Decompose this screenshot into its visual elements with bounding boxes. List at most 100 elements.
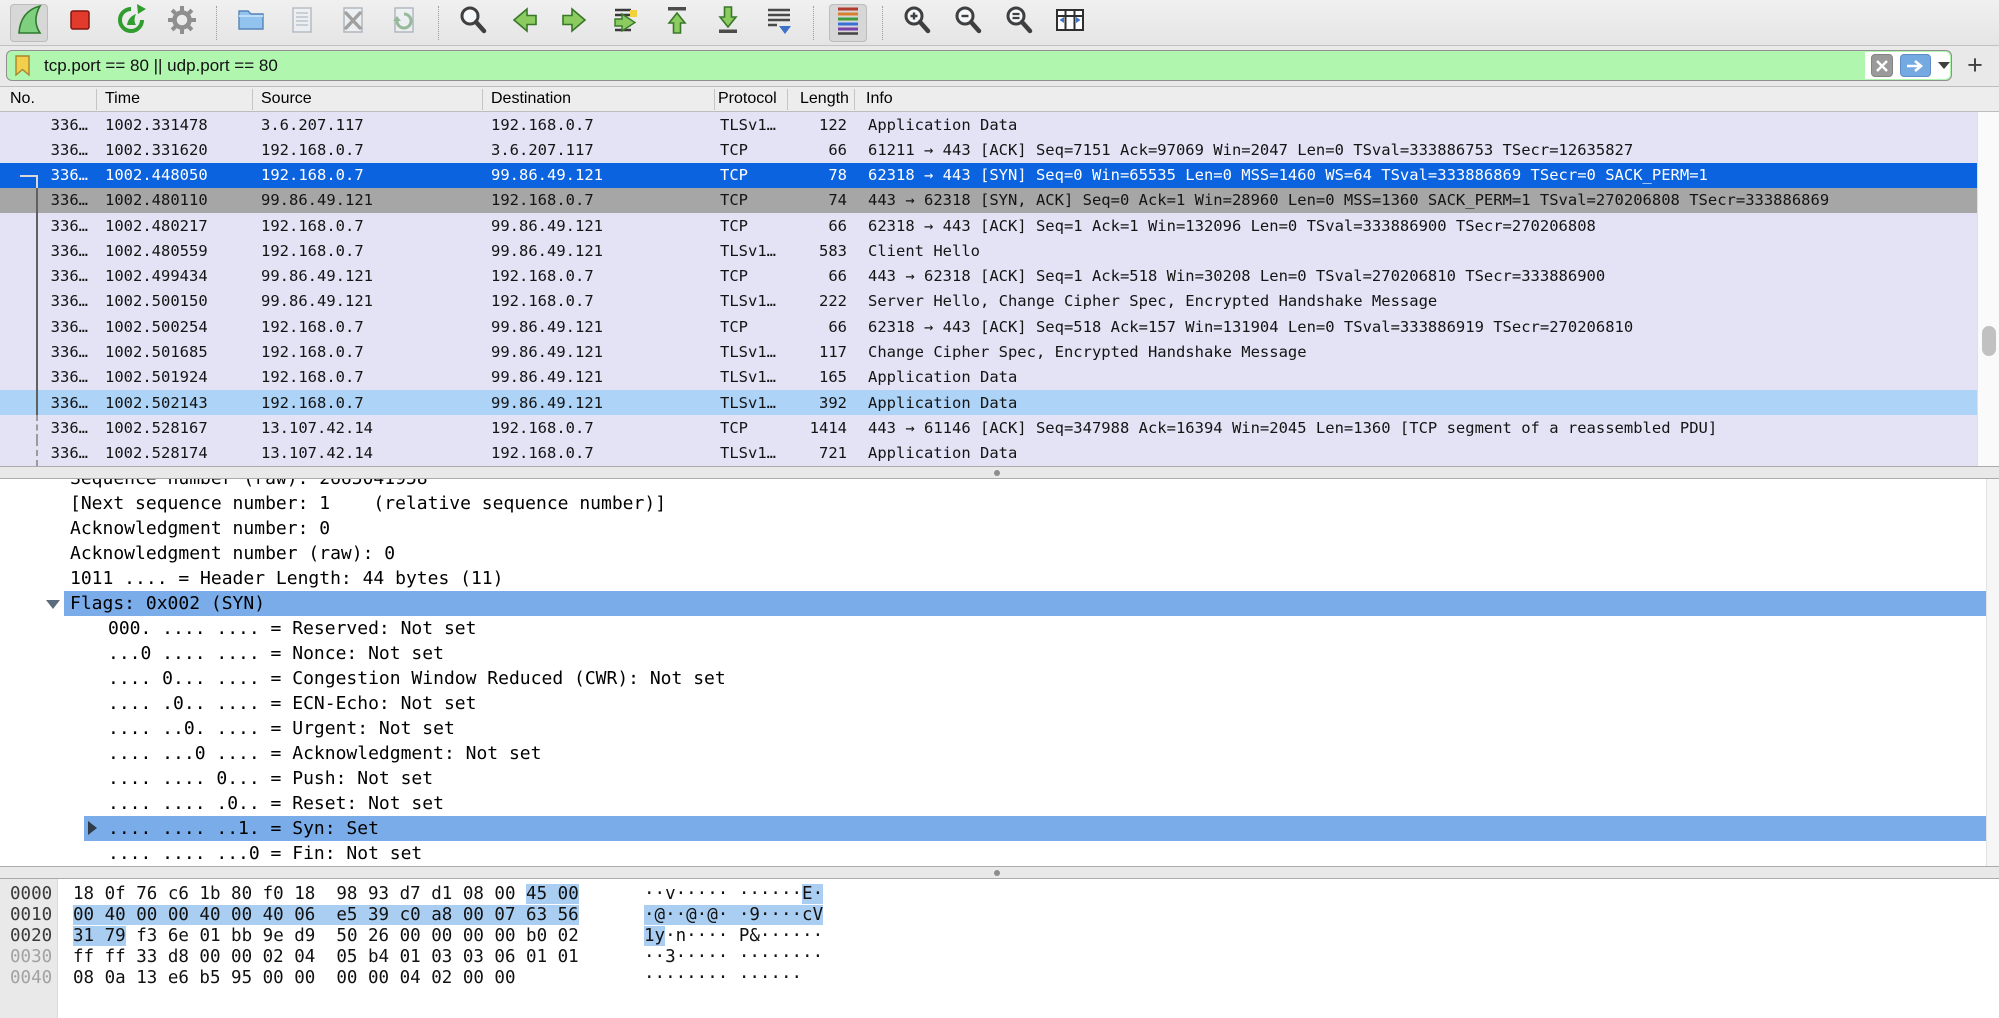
packet-details-pane[interactable]: Sequence number (raw): 2665041958[Next s… — [0, 479, 1986, 866]
packet-row[interactable]: 336…1002.448050192.168.0.799.86.49.121TC… — [0, 163, 1977, 188]
colorize-button[interactable] — [829, 4, 867, 42]
detail-text: .... .0.. .... = ECN-Echo: Not set — [108, 691, 476, 716]
packet-row[interactable]: 336…1002.52817413.107.42.14192.168.0.7TL… — [0, 440, 1977, 465]
next-packet-button[interactable] — [556, 4, 594, 42]
packet-row[interactable]: 336…1002.501924192.168.0.799.86.49.121TL… — [0, 365, 1977, 390]
start-capture-button[interactable] — [10, 4, 48, 42]
detail-text: Sequence number (raw): 2665041958 — [70, 479, 428, 491]
detail-line[interactable]: [Next sequence number: 1 (relative seque… — [0, 491, 1986, 516]
packet-row[interactable]: 336…1002.480217192.168.0.799.86.49.121TC… — [0, 213, 1977, 238]
packet-row[interactable]: 336…1002.501685192.168.0.799.86.49.121TL… — [0, 339, 1977, 364]
packet-list[interactable]: 336…1002.3314783.6.207.117192.168.0.7TLS… — [0, 112, 1977, 466]
column-header-time[interactable]: Time — [105, 87, 255, 111]
detail-line[interactable]: .... ..0. .... = Urgent: Not set — [0, 716, 1986, 741]
detail-line[interactable]: Acknowledgment number: 0 — [0, 516, 1986, 541]
packet-row[interactable]: 336…1002.48011099.86.49.121192.168.0.7TC… — [0, 188, 1977, 213]
detail-line[interactable]: Acknowledgment number (raw): 0 — [0, 541, 1986, 566]
detail-line[interactable]: .... .... ...0 = Fin: Not set — [0, 841, 1986, 866]
packet-row[interactable]: 336…1002.49943499.86.49.121192.168.0.7TC… — [0, 264, 1977, 289]
detail-line[interactable]: .... .0.. .... = ECN-Echo: Not set — [0, 691, 1986, 716]
column-header-no[interactable]: No. — [10, 87, 90, 111]
cell-info: 62318 → 443 [SYN] Seq=0 Win=65535 Len=0 … — [854, 166, 1977, 184]
packet-row[interactable]: 336…1002.3314783.6.207.117192.168.0.7TLS… — [0, 112, 1977, 137]
filter-history-dropdown-icon[interactable] — [1938, 62, 1950, 69]
zoom-out-button[interactable] — [949, 4, 987, 42]
detail-line[interactable]: .... .... 0... = Push: Not set — [0, 766, 1986, 791]
detail-line[interactable]: .... .... .0.. = Reset: Not set — [0, 791, 1986, 816]
cell-no: 336… — [0, 166, 96, 184]
filter-controls — [1865, 52, 1950, 79]
filter-bookmark-icon[interactable] — [14, 55, 32, 82]
find-packet-button[interactable] — [454, 4, 492, 42]
column-header-length[interactable]: Length — [800, 87, 852, 111]
hex-row[interactable]: 004008 0a 13 e6 b5 95 00 00 00 00 04 02 … — [0, 968, 1999, 989]
column-divider[interactable] — [854, 89, 855, 110]
expander-expanded-icon[interactable] — [46, 600, 60, 609]
packet-list-scrollbar-thumb[interactable] — [1982, 326, 1996, 356]
last-packet-button[interactable] — [709, 4, 747, 42]
cell-protocol: TLSv1… — [714, 343, 787, 361]
detail-line[interactable]: 000. .... .... = Reserved: Not set — [0, 616, 1986, 641]
previous-packet-button[interactable] — [505, 4, 543, 42]
cell-no: 336… — [0, 242, 96, 260]
open-file-button[interactable] — [232, 4, 270, 42]
cell-source: 13.107.42.14 — [252, 444, 482, 462]
detail-line[interactable]: Flags: 0x002 (SYN) — [0, 591, 1986, 616]
auto-scroll-button[interactable] — [760, 4, 798, 42]
cell-length: 66 — [787, 141, 854, 159]
cell-no: 336… — [0, 444, 96, 462]
detail-line[interactable]: 1011 .... = Header Length: 44 bytes (11) — [0, 566, 1986, 591]
packet-row[interactable]: 336…1002.500254192.168.0.799.86.49.121TC… — [0, 314, 1977, 339]
go-to-packet-button[interactable] — [607, 4, 645, 42]
detail-line[interactable]: .... ...0 .... = Acknowledgment: Not set — [0, 741, 1986, 766]
display-filter-input[interactable]: tcp.port == 80 || udp.port == 80 — [6, 50, 1952, 81]
capture-options-button[interactable] — [163, 4, 201, 42]
hex-row[interactable]: 000018 0f 76 c6 1b 80 f0 18 98 93 d7 d1 … — [0, 884, 1999, 905]
filter-text[interactable]: tcp.port == 80 || udp.port == 80 — [44, 51, 278, 80]
column-header-info[interactable]: Info — [866, 87, 1066, 111]
hex-row[interactable]: 001000 40 00 00 40 00 40 06 e5 39 c0 a8 … — [0, 905, 1999, 926]
zoom-out-icon — [951, 3, 985, 42]
hex-row[interactable]: 002031 79 f3 6e 01 bb 9e d9 50 26 00 00 … — [0, 926, 1999, 947]
column-divider[interactable] — [714, 89, 715, 110]
expander-collapsed-icon[interactable] — [88, 821, 97, 835]
zoom-reset-button[interactable] — [1000, 4, 1038, 42]
packet-bytes-pane[interactable]: 000018 0f 76 c6 1b 80 f0 18 98 93 d7 d1 … — [0, 879, 1999, 1018]
restart-capture-button[interactable] — [112, 4, 150, 42]
filter-clear-button[interactable] — [1871, 54, 1893, 77]
zoom-in-button[interactable] — [898, 4, 936, 42]
hex-row[interactable]: 0030ff ff 33 d8 00 00 02 04 05 b4 01 03 … — [0, 947, 1999, 968]
column-divider[interactable] — [787, 89, 788, 110]
column-header-source[interactable]: Source — [261, 87, 485, 111]
pane-splitter-top[interactable] — [0, 466, 1999, 479]
packet-row[interactable]: 336…1002.331620192.168.0.73.6.207.117TCP… — [0, 137, 1977, 162]
toolbar-separator — [216, 6, 217, 40]
column-header-protocol[interactable]: Protocol — [718, 87, 784, 111]
detail-line[interactable]: ...0 .... .... = Nonce: Not set — [0, 641, 1986, 666]
column-divider[interactable] — [482, 89, 483, 110]
packet-row[interactable]: 336…1002.502143192.168.0.799.86.49.121TL… — [0, 390, 1977, 415]
detail-line[interactable]: .... 0... .... = Congestion Window Reduc… — [0, 666, 1986, 691]
detail-line[interactable]: Sequence number (raw): 2665041958 — [0, 479, 1986, 491]
first-packet-button[interactable] — [658, 4, 696, 42]
column-header-destination[interactable]: Destination — [491, 87, 712, 111]
filter-apply-button[interactable] — [1900, 54, 1931, 77]
resize-columns-button[interactable] — [1051, 4, 1089, 42]
column-divider[interactable] — [96, 89, 97, 110]
packet-list-scrollbar[interactable] — [1977, 112, 1999, 466]
reload-file-button[interactable] — [385, 4, 423, 42]
hex-pre: 18 0f 76 c6 1b 80 f0 18 98 93 d7 d1 08 0… — [73, 884, 526, 904]
hex-bytes: 08 0a 13 e6 b5 95 00 00 00 00 04 02 00 0… — [73, 968, 516, 989]
close-file-button[interactable] — [334, 4, 372, 42]
stop-capture-button[interactable] — [61, 4, 99, 42]
packet-row[interactable]: 336…1002.480559192.168.0.799.86.49.121TL… — [0, 238, 1977, 263]
packet-row[interactable]: 336…1002.52816713.107.42.14192.168.0.7TC… — [0, 415, 1977, 440]
details-scrollbar[interactable] — [1986, 479, 1999, 866]
detail-text: 1011 .... = Header Length: 44 bytes (11) — [70, 566, 503, 591]
filter-add-button[interactable]: + — [1958, 48, 1992, 82]
column-divider[interactable] — [252, 89, 253, 110]
packet-row[interactable]: 336…1002.50015099.86.49.121192.168.0.7TL… — [0, 289, 1977, 314]
pane-splitter-bottom[interactable] — [0, 866, 1999, 879]
save-file-button[interactable] — [283, 4, 321, 42]
detail-line[interactable]: .... .... ..1. = Syn: Set — [0, 816, 1986, 841]
